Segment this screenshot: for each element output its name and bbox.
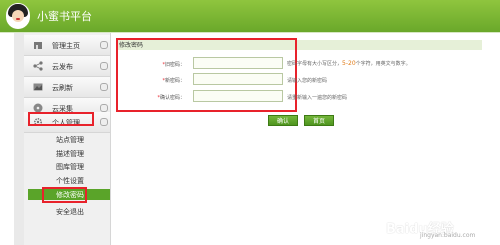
old-password-label: *旧密码： (162, 62, 185, 68)
home-icon (34, 42, 42, 49)
home-button[interactable]: 首页 (304, 115, 334, 126)
image-icon (33, 83, 43, 91)
share-icon (33, 61, 43, 71)
confirm-password-label: *确认密码： (157, 95, 185, 101)
confirm-password-input[interactable] (193, 90, 283, 102)
highlight-box-personal (28, 112, 94, 126)
new-password-hint: 请输入您的新密码 (287, 78, 328, 84)
sidebar-item-label: 管理主页 (52, 42, 80, 50)
sidebar-item-label: 云发布 (52, 63, 73, 71)
submenu-gallery-management[interactable]: 图库管理 (56, 162, 84, 172)
submenu-personal-settings[interactable]: 个性设置 (56, 176, 84, 186)
sidebar-item-refresh[interactable]: 云刷新 (24, 77, 110, 98)
sidebar-item-label: 云刷新 (52, 84, 73, 92)
sidebar-item-publish[interactable]: 云发布 (24, 56, 110, 77)
toggle-dot-icon (100, 62, 108, 70)
sidebar-strip (14, 33, 24, 245)
toggle-dot-icon (100, 41, 108, 49)
new-password-label: *新密码： (162, 78, 185, 84)
toggle-dot-icon (100, 83, 108, 91)
watermark-url: jingyan.baidu.com (420, 232, 476, 239)
submenu-site-management[interactable]: 站点管理 (56, 135, 84, 145)
sidebar-item-home[interactable]: 管理主页 (24, 35, 110, 56)
toggle-dot-icon (100, 118, 108, 126)
logo-avatar-icon (6, 3, 30, 29)
new-password-input[interactable] (193, 73, 283, 85)
toggle-dot-icon (100, 104, 108, 112)
confirm-password-hint: 请重新输入一遍您的新密码 (287, 95, 348, 101)
submenu-logout[interactable]: 安全退出 (56, 207, 84, 217)
confirm-button[interactable]: 确认 (268, 115, 298, 126)
submenu-description-management[interactable]: 描述管理 (56, 149, 84, 159)
brand-title: 小蜜书平台 (37, 10, 92, 23)
top-header: 小蜜书平台 (0, 0, 500, 32)
highlight-box-change-password (42, 187, 87, 203)
old-password-input[interactable] (193, 57, 283, 69)
old-password-hint: 密码字母有大小写区分，5-20个字符，用英文与数字。 (287, 60, 411, 67)
